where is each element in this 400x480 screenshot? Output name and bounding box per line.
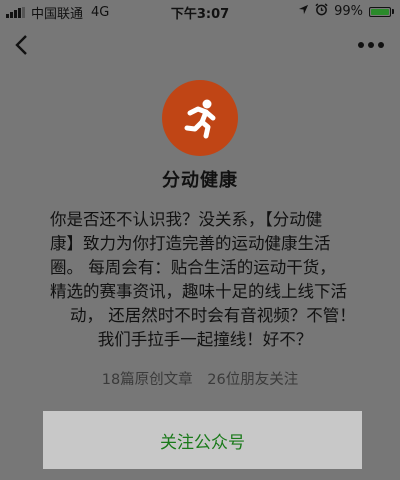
chevron-left-icon <box>15 35 27 55</box>
alarm-icon <box>315 3 328 20</box>
account-intro: 你是否还不认识我？没关系，【分动健 康】致力为你打造完善的运动健康生活 圈。 每… <box>50 208 360 352</box>
intro-line: 圈。 每周会有：贴合生活的运动干货， <box>50 258 336 277</box>
more-dot <box>368 42 374 48</box>
account-stats: 18篇原创文章 26位朋友关注 <box>0 368 400 389</box>
battery-percent: 99% <box>334 4 363 19</box>
location-icon <box>298 4 309 19</box>
back-button[interactable] <box>6 30 36 60</box>
follow-button[interactable]: 关注公众号 <box>43 411 362 469</box>
running-person-icon <box>184 99 216 139</box>
account-logo <box>162 80 238 156</box>
intro-line: 我们手拉手一起撞线！好不？ <box>97 330 313 349</box>
more-button[interactable] <box>354 30 388 60</box>
intro-line: 精选的赛事资讯，趣味十足的线上线下活 <box>50 282 347 301</box>
battery-icon <box>369 6 394 17</box>
intro-line: 你是否还不认识我？没关系，【分动健 <box>50 210 323 229</box>
more-dot <box>378 42 384 48</box>
article-count: 18篇原创文章 <box>101 372 193 388</box>
intro-line: 动， 还居然时不时会有音视频？不管！ <box>70 306 356 325</box>
nav-bar <box>0 22 400 68</box>
intro-line: 康】致力为你打造完善的运动健康生活 <box>50 234 331 253</box>
account-name: 分动健康 <box>162 170 238 191</box>
status-right: 99% <box>298 3 394 20</box>
friend-count: 26位朋友关注 <box>207 372 299 388</box>
more-dot <box>358 42 364 48</box>
status-bar: 中国联通 4G 下午3:07 99% <box>0 0 400 22</box>
